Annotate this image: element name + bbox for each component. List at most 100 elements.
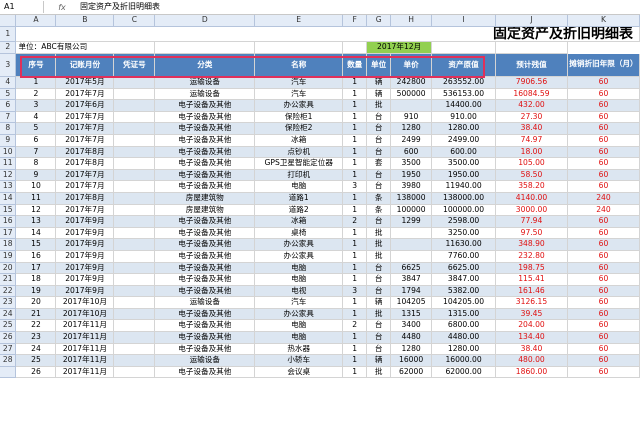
table-cell[interactable]	[113, 157, 156, 170]
table-cell[interactable]: 1	[342, 308, 368, 321]
table-cell[interactable]: 60	[567, 366, 640, 379]
table-cell[interactable]: 100000	[390, 204, 433, 217]
table-cell[interactable]: 4140.00	[495, 192, 568, 205]
table-cell[interactable]: 60	[567, 169, 640, 182]
column-title[interactable]: 记账月份	[55, 53, 115, 77]
table-cell[interactable]: 电子设备及其他	[154, 262, 256, 275]
table-cell[interactable]: 台	[366, 262, 392, 275]
table-cell[interactable]: 2017年9月	[55, 262, 115, 275]
column-title[interactable]: 单位	[366, 53, 392, 77]
table-cell[interactable]: 60	[567, 180, 640, 193]
table-cell[interactable]: 1	[342, 99, 368, 112]
row-header[interactable]: 17	[0, 227, 17, 240]
column-title[interactable]: 序号	[15, 53, 57, 77]
row-header[interactable]: 8	[0, 122, 17, 135]
table-cell[interactable]: 台	[366, 134, 392, 147]
table-cell[interactable]: 2017年9月	[55, 215, 115, 228]
table-cell[interactable]: 3400	[390, 319, 433, 333]
table-cell[interactable]: 2017年8月	[55, 146, 115, 159]
table-cell[interactable]: GPS卫星智能定位器	[254, 157, 344, 170]
table-cell[interactable]: 23	[15, 331, 57, 344]
row-header[interactable]: 24	[0, 308, 17, 321]
row-header[interactable]: 10	[0, 146, 17, 159]
table-cell[interactable]: 2017年9月	[55, 285, 115, 298]
row-header[interactable]: 21	[0, 273, 17, 286]
row-header[interactable]	[0, 366, 17, 379]
table-cell[interactable]: 运输设备	[154, 296, 256, 309]
column-title[interactable]: 凭证号	[113, 53, 156, 77]
table-cell[interactable]: 1	[342, 354, 368, 367]
table-cell[interactable]: 1	[342, 157, 368, 170]
table-cell[interactable]: 2017年9月	[55, 250, 115, 263]
table-cell[interactable]: 14400.00	[431, 99, 497, 112]
table-cell[interactable]: 电子设备及其他	[154, 215, 256, 228]
table-cell[interactable]: 房屋建筑物	[154, 204, 256, 217]
table-cell[interactable]: 2017年11月	[55, 366, 115, 379]
table-cell[interactable]: 480.00	[495, 354, 568, 367]
table-cell[interactable]: 16000.00	[431, 354, 497, 367]
table-cell[interactable]: 204.00	[495, 319, 568, 333]
table-cell[interactable]: 电子设备及其他	[154, 157, 256, 170]
column-header-J[interactable]: J	[495, 15, 568, 27]
table-cell[interactable]: 热水器	[254, 343, 344, 356]
table-cell[interactable]: 24	[15, 343, 57, 356]
column-title[interactable]: 名称	[254, 53, 344, 77]
table-cell[interactable]: 232.80	[495, 250, 568, 263]
table-cell[interactable]: 134.40	[495, 331, 568, 344]
table-cell[interactable]: 910.00	[431, 111, 497, 124]
row-header[interactable]: 20	[0, 262, 17, 275]
table-cell[interactable]: 台	[366, 215, 392, 228]
table-cell[interactable]: 60	[567, 76, 640, 89]
table-cell[interactable]: 60	[567, 296, 640, 309]
table-cell[interactable]: 1	[342, 296, 368, 309]
table-cell[interactable]: 2499	[390, 134, 433, 147]
row-header[interactable]: 7	[0, 111, 17, 124]
table-cell[interactable]	[113, 343, 156, 356]
table-cell[interactable]: 104205	[390, 296, 433, 309]
table-cell[interactable]: 60	[567, 319, 640, 333]
table-cell[interactable]: 2	[342, 319, 368, 333]
table-cell[interactable]: 22	[15, 319, 57, 333]
table-cell[interactable]: 汽车	[254, 296, 344, 309]
period-cell[interactable]: 2017年12月	[366, 41, 433, 54]
table-cell[interactable]: 9	[15, 169, 57, 182]
table-cell[interactable]: 1280	[390, 343, 433, 356]
table-cell[interactable]: 批	[366, 238, 392, 251]
row-header[interactable]: 18	[0, 238, 17, 251]
table-cell[interactable]: 242800	[390, 76, 433, 89]
table-cell[interactable]: 1	[342, 111, 368, 124]
table-cell[interactable]: 运输设备	[154, 88, 256, 101]
table-cell[interactable]: 电脑	[254, 319, 344, 333]
table-cell[interactable]: 1	[342, 204, 368, 217]
table-cell[interactable]: 电子设备及其他	[154, 180, 256, 193]
table-cell[interactable]: 3847	[390, 273, 433, 286]
table-cell[interactable]	[113, 111, 156, 124]
table-cell[interactable]: 11	[15, 192, 57, 205]
table-cell[interactable]: 2017年6月	[55, 99, 115, 112]
table-cell[interactable]: 2017年7月	[55, 111, 115, 124]
table-cell[interactable]	[113, 366, 156, 379]
table-cell[interactable]: 冰箱	[254, 215, 344, 228]
table-cell[interactable]: 26	[15, 366, 57, 379]
table-cell[interactable]: 7	[15, 146, 57, 159]
table-cell[interactable]: 432.00	[495, 99, 568, 112]
table-cell[interactable]: 点钞机	[254, 146, 344, 159]
table-cell[interactable]: 500000	[390, 88, 433, 101]
table-cell[interactable]	[113, 273, 156, 286]
table-cell[interactable]: 6625.00	[431, 262, 497, 275]
table-cell[interactable]: 600.00	[431, 146, 497, 159]
table-cell[interactable]	[113, 88, 156, 101]
table-cell[interactable]: 电子设备及其他	[154, 146, 256, 159]
name-box[interactable]: A1	[0, 1, 44, 13]
table-cell[interactable]: 2017年8月	[55, 157, 115, 170]
table-cell[interactable]: 2017年7月	[55, 180, 115, 193]
table-cell[interactable]: 电脑	[254, 262, 344, 275]
table-cell[interactable]: 冰箱	[254, 134, 344, 147]
table-cell[interactable]	[113, 146, 156, 159]
column-header-B[interactable]: B	[55, 15, 115, 27]
table-cell[interactable]	[113, 354, 156, 367]
table-cell[interactable]: 电子设备及其他	[154, 319, 256, 333]
table-cell[interactable]: 电视	[254, 285, 344, 298]
table-cell[interactable]: 2	[342, 215, 368, 228]
row-header[interactable]: 14	[0, 192, 17, 205]
